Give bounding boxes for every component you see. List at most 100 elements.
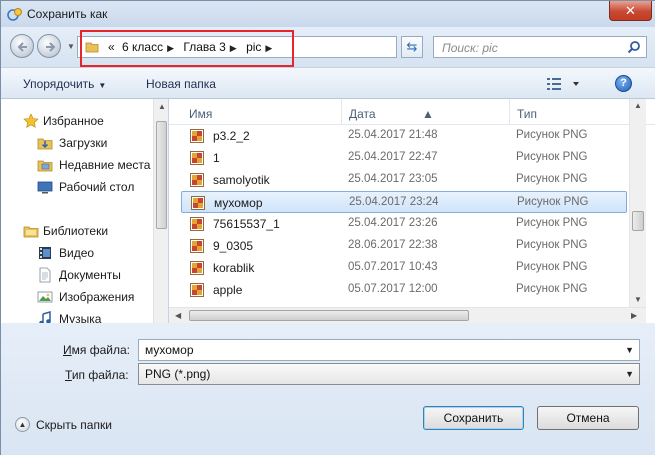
cancel-button[interactable]: Отмена [537, 406, 639, 430]
star-icon [23, 113, 39, 128]
table-row[interactable]: samolyotik 25.04.2017 23:05 Рисунок PNG [181, 169, 627, 191]
column-headers: Имя ▲ Дата Тип [169, 99, 655, 125]
file-type: Рисунок PNG [516, 129, 588, 141]
filelist-horizontal-thumb[interactable] [189, 310, 469, 321]
forward-button[interactable] [37, 34, 61, 58]
file-date: 25.04.2017 23:26 [348, 217, 438, 229]
scroll-up-icon[interactable]: ▲ [158, 102, 166, 111]
back-button[interactable] [10, 34, 34, 58]
nav-item-pictures[interactable]: Изображения [1, 287, 153, 307]
title-bar: Сохранить как ✕ [1, 1, 655, 27]
save-form: Имя файла: мухомор ▼ Тип файла: PNG (*.p… [1, 323, 655, 455]
file-date: 25.04.2017 22:47 [348, 151, 438, 163]
organize-button[interactable]: Упорядочить ▼ [23, 77, 106, 91]
table-row[interactable]: 9_0305 28.06.2017 22:38 Рисунок PNG [181, 235, 627, 257]
libraries-icon [23, 226, 39, 238]
png-file-icon [190, 151, 204, 165]
scroll-down-icon[interactable]: ▼ [634, 295, 642, 304]
filetype-select[interactable]: PNG (*.png) ▼ [138, 363, 640, 385]
recent-pages-dropdown-icon[interactable]: ▼ [67, 42, 75, 51]
png-file-icon [191, 196, 205, 210]
nav-item-label: Избранное [43, 114, 104, 128]
file-name: korablik [213, 261, 255, 275]
organize-label: Упорядочить [23, 77, 95, 91]
address-highlight-frame [80, 30, 294, 67]
navpane-scrollbar[interactable]: ▲ [153, 99, 168, 323]
filename-label-accesskey: И [63, 343, 72, 357]
nav-item-desktop[interactable]: Рабочий стол [1, 177, 153, 197]
collapse-icon: ▲ [15, 417, 30, 433]
table-row[interactable]: 1 25.04.2017 22:47 Рисунок PNG [181, 147, 627, 169]
file-date: 25.04.2017 23:05 [348, 173, 438, 185]
table-row[interactable]: korablik 05.07.2017 10:43 Рисунок PNG [181, 257, 627, 279]
file-name: p3.2_2 [213, 129, 250, 143]
filetype-label-text: ип файла: [71, 368, 129, 382]
filename-value: мухомор [145, 343, 194, 357]
documents-library-icon [39, 267, 51, 283]
save-button[interactable]: Сохранить [423, 406, 524, 430]
nav-item-downloads[interactable]: Загрузки [1, 133, 153, 153]
pictures-library-icon [37, 291, 53, 303]
hide-folders-button[interactable]: ▲ Скрыть папки [15, 417, 112, 433]
nav-item-recent-places[interactable]: Недавние места [1, 155, 153, 175]
table-row[interactable]: 75615537_1 25.04.2017 23:26 Рисунок PNG [181, 213, 627, 235]
recent-places-icon [37, 160, 53, 172]
nav-item-favorites[interactable]: Избранное [1, 111, 153, 131]
toolbar: Упорядочить ▼ Новая папка ? [1, 67, 655, 99]
chevron-down-icon: ▼ [98, 81, 107, 90]
scroll-left-icon[interactable]: ◀ [175, 311, 181, 320]
sort-ascending-icon: ▲ [422, 107, 434, 121]
filelist-vertical-scrollbar[interactable]: ▲ ▼ [629, 99, 646, 307]
navpane-scroll-thumb[interactable] [156, 121, 167, 229]
file-type: Рисунок PNG [516, 151, 588, 163]
nav-item-video[interactable]: Видео [1, 243, 153, 263]
close-button[interactable]: ✕ [609, 1, 652, 21]
file-date: 25.04.2017 23:24 [349, 196, 439, 208]
scroll-up-icon[interactable]: ▲ [634, 101, 642, 110]
table-row[interactable]: p3.2_2 25.04.2017 21:48 Рисунок PNG [181, 125, 627, 147]
video-library-icon [39, 247, 51, 259]
app-icon [7, 8, 22, 21]
help-icon[interactable]: ? [615, 75, 632, 92]
filetype-label: Тип файла: [65, 368, 129, 382]
png-file-icon [190, 173, 204, 187]
nav-item-libraries[interactable]: Библиотеки [1, 221, 153, 241]
png-file-icon [190, 239, 204, 253]
column-header-date[interactable]: Дата [349, 107, 376, 121]
nav-item-label: Библиотеки [43, 224, 109, 238]
file-date: 05.07.2017 12:00 [348, 283, 438, 295]
nav-item-label: Рабочий стол [59, 180, 135, 194]
back-arrow-icon [17, 42, 27, 52]
nav-item-documents[interactable]: Документы [1, 265, 153, 285]
file-type: Рисунок PNG [516, 173, 588, 185]
refresh-button[interactable]: ⇆ [401, 36, 423, 58]
file-type: Рисунок PNG [516, 283, 588, 295]
nav-item-music[interactable]: Музыка [1, 309, 153, 323]
column-divider[interactable] [509, 99, 510, 125]
desktop-icon [37, 181, 53, 194]
filename-label: Имя файла: [63, 343, 130, 357]
scroll-right-icon[interactable]: ▶ [631, 311, 637, 320]
file-name: samolyotik [213, 173, 270, 187]
column-header-type[interactable]: Тип [517, 107, 537, 121]
view-options-button[interactable] [545, 76, 581, 92]
chevron-down-icon[interactable]: ▼ [625, 345, 634, 355]
search-input[interactable]: Поиск: pic [433, 36, 647, 58]
window-title: Сохранить как [27, 7, 108, 21]
search-icon [627, 41, 640, 54]
filelist-horizontal-scrollbar[interactable]: ◀ ▶ [169, 307, 646, 323]
filename-field[interactable]: мухомор ▼ [138, 339, 640, 361]
column-divider[interactable] [341, 99, 342, 125]
filelist-vertical-thumb[interactable] [632, 211, 644, 231]
nav-item-label: Изображения [59, 290, 135, 304]
png-file-icon [190, 283, 204, 297]
table-row[interactable]: мухомор 25.04.2017 23:24 Рисунок PNG [181, 191, 627, 213]
new-folder-button[interactable]: Новая папка [146, 77, 216, 91]
chevron-down-icon[interactable]: ▼ [625, 369, 634, 379]
file-type: Рисунок PNG [516, 239, 588, 251]
file-date: 28.06.2017 22:38 [348, 239, 438, 251]
table-row[interactable]: apple 05.07.2017 12:00 Рисунок PNG [181, 279, 627, 301]
filetype-label-accesskey: Т [65, 368, 72, 382]
search-placeholder: Поиск: pic [442, 41, 498, 55]
column-header-name[interactable]: Имя [189, 107, 212, 121]
